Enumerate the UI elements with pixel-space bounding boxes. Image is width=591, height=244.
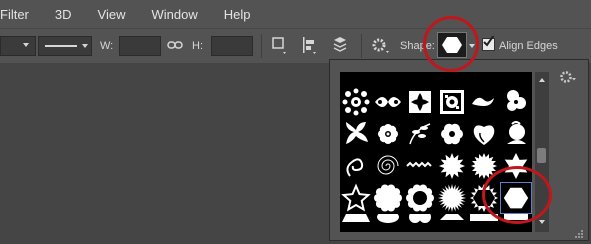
path-alignment-icon[interactable] bbox=[301, 36, 319, 61]
shape-picker-panel bbox=[329, 59, 589, 241]
shape-fleuron[interactable] bbox=[372, 86, 404, 118]
menu-help[interactable]: Help bbox=[224, 7, 251, 22]
chevron-down-icon bbox=[82, 44, 88, 48]
shape-fleur-corner[interactable] bbox=[340, 118, 372, 150]
fleur-corner-icon bbox=[346, 122, 368, 144]
shape-scalloped-circle[interactable] bbox=[372, 182, 404, 214]
shape-star-5-outline[interactable] bbox=[340, 182, 372, 214]
path-arrangement-icon[interactable] bbox=[331, 35, 349, 60]
shape-leaf-sprig[interactable] bbox=[404, 118, 436, 150]
fleuron-icon bbox=[375, 97, 401, 107]
square-ornament-icon bbox=[409, 91, 431, 113]
shape-flower[interactable] bbox=[372, 118, 404, 150]
align-edges-checkbox[interactable] bbox=[482, 36, 495, 51]
diamond-icon bbox=[440, 214, 464, 220]
scroll-down-icon[interactable] bbox=[539, 220, 545, 224]
flower-ornament-icon bbox=[507, 90, 526, 111]
height-field[interactable] bbox=[211, 36, 253, 56]
shape-starburst-24[interactable] bbox=[436, 182, 468, 214]
ornament-b-icon bbox=[372, 72, 404, 86]
ellipse-icon bbox=[377, 214, 399, 223]
link-icon[interactable] bbox=[167, 38, 183, 57]
shape-diamond[interactable] bbox=[436, 214, 468, 232]
starburst-12-icon bbox=[439, 153, 465, 179]
rounded-shape-icon bbox=[409, 214, 431, 223]
shape-ornament-a[interactable] bbox=[340, 72, 372, 86]
flower-bud-icon bbox=[507, 121, 526, 144]
align-edges-label: Align Edges bbox=[499, 40, 558, 52]
shape-flower-6[interactable] bbox=[436, 118, 468, 150]
heart-flourish-icon bbox=[473, 125, 495, 145]
resize-grip-icon[interactable] bbox=[574, 226, 584, 244]
ornament-d-icon bbox=[436, 72, 468, 86]
menu-view[interactable]: View bbox=[98, 7, 126, 22]
ornament-f-icon bbox=[500, 72, 532, 86]
shape-ellipse[interactable] bbox=[372, 214, 404, 232]
panel-gear-icon[interactable] bbox=[559, 70, 579, 91]
triangle-icon bbox=[342, 214, 370, 222]
shape-flower-bud[interactable] bbox=[500, 118, 532, 150]
path-operations-icon[interactable] bbox=[271, 36, 289, 61]
shape-zigzag[interactable] bbox=[404, 150, 436, 182]
width-field[interactable] bbox=[119, 36, 161, 56]
highlight-circle-hexagon bbox=[482, 166, 552, 224]
shape-triangle[interactable] bbox=[340, 214, 372, 232]
menu-bar: Filter 3D View Window Help bbox=[0, 0, 591, 28]
shape-frame-ornament[interactable] bbox=[340, 86, 372, 118]
shape-spiral[interactable] bbox=[372, 150, 404, 182]
shape-starburst-12[interactable] bbox=[436, 150, 468, 182]
shape-square-ornament[interactable] bbox=[404, 86, 436, 118]
shape-scalloped-ring[interactable] bbox=[404, 182, 436, 214]
stroke-type-dropdown[interactable] bbox=[38, 36, 92, 56]
shape-ornament-e[interactable] bbox=[468, 72, 500, 86]
scalloped-ring-icon bbox=[406, 184, 434, 212]
flower-icon bbox=[378, 124, 398, 144]
flower-6-icon bbox=[441, 123, 463, 145]
chevron-down-icon bbox=[23, 43, 29, 47]
ornament-c-icon bbox=[404, 72, 436, 86]
menu-window[interactable]: Window bbox=[151, 7, 197, 22]
width-label: W: bbox=[100, 40, 114, 52]
ornament-e-icon bbox=[468, 72, 500, 86]
shape-swirl[interactable] bbox=[340, 150, 372, 182]
swirl-icon bbox=[346, 158, 364, 177]
frame-ornament-icon bbox=[342, 88, 370, 116]
spiral-icon bbox=[377, 155, 399, 175]
scrollbar-thumb[interactable] bbox=[537, 148, 546, 163]
divider bbox=[361, 34, 362, 58]
shape-heart-flourish[interactable] bbox=[468, 118, 500, 150]
shape-ornament-c[interactable] bbox=[404, 72, 436, 86]
shape-flower-ornament[interactable] bbox=[500, 86, 532, 118]
scroll-up-icon[interactable] bbox=[539, 78, 545, 82]
shape-ornament-f[interactable] bbox=[500, 72, 532, 86]
starburst-24-icon bbox=[438, 184, 466, 212]
shape-floral-tile[interactable] bbox=[436, 86, 468, 118]
floral-tile-icon bbox=[440, 90, 464, 114]
menu-filter[interactable]: Filter bbox=[0, 7, 29, 22]
star-5-outline-icon bbox=[341, 183, 371, 212]
stroke-width-dropdown[interactable] bbox=[0, 36, 36, 56]
shape-ornament-b[interactable] bbox=[372, 72, 404, 86]
shape-rounded-shape[interactable] bbox=[404, 214, 436, 232]
gear-icon[interactable] bbox=[371, 37, 391, 60]
shape-scroll-ornament[interactable] bbox=[468, 86, 500, 118]
height-label: H: bbox=[192, 40, 203, 52]
zigzag-icon bbox=[406, 161, 432, 168]
stroke-line-icon bbox=[45, 45, 77, 47]
highlight-circle-shape-button bbox=[423, 16, 479, 72]
leaf-sprig-icon bbox=[409, 123, 431, 145]
ornament-a-icon bbox=[340, 72, 372, 86]
divider bbox=[261, 34, 262, 58]
scalloped-circle-icon bbox=[374, 184, 402, 212]
menu-3d[interactable]: 3D bbox=[55, 7, 72, 22]
shape-ornament-d[interactable] bbox=[436, 72, 468, 86]
scroll-ornament-icon bbox=[472, 97, 494, 106]
